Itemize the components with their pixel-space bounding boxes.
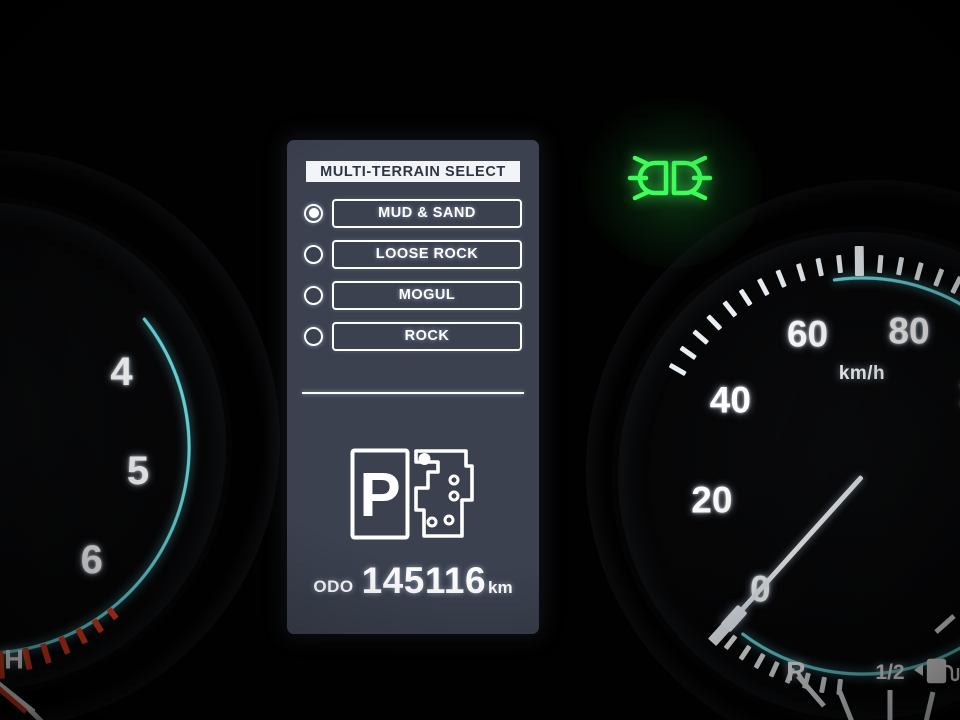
terrain-option-label[interactable]: ROCK (332, 321, 522, 351)
radio-empty-icon[interactable] (304, 285, 323, 305)
tachometer-tick-4: 4 (110, 349, 133, 394)
parking-lights-indicator (582, 98, 762, 268)
radio-empty-icon[interactable] (304, 244, 323, 264)
terrain-option-label[interactable]: MOGUL (332, 280, 522, 310)
odometer-label: ODO (313, 577, 354, 596)
odometer-unit: km (488, 578, 513, 597)
multi-information-display: MULTI-TERRAIN SELECT MUD & SAND LOOSE ROC… (287, 140, 539, 634)
terrain-option-label[interactable]: LOOSE ROCK (332, 239, 522, 269)
temp-gauge-ticks (0, 681, 44, 720)
terrain-option-2[interactable]: LOOSE ROCK (304, 238, 522, 270)
display-title: MULTI-TERRAIN SELECT (306, 161, 520, 182)
terrain-option-label[interactable]: MUD & SAND (332, 198, 522, 228)
terrain-option-1[interactable]: MUD & SAND (304, 197, 522, 229)
fuel-gauge: R 1/2 (740, 614, 960, 720)
temperature-gauge: H (0, 620, 150, 720)
radio-filled-icon[interactable] (304, 203, 323, 223)
instrument-cluster: 456 020406080100120 km/h H R 1/2 (0, 0, 960, 720)
terrain-option-4[interactable]: ROCK (304, 320, 522, 352)
speedometer-unit-label: km/h (838, 363, 886, 384)
gate-dot-n (448, 490, 460, 502)
speedometer-tick-80: 80 (888, 310, 930, 352)
gate-dot-r (448, 474, 460, 486)
terrain-option-3[interactable]: MOGUL (304, 279, 522, 311)
display-divider (302, 392, 524, 394)
radio-empty-icon[interactable] (304, 326, 323, 346)
tachometer-tick-6: 6 (80, 537, 103, 582)
speedometer-tick-20: 20 (691, 479, 733, 521)
speedometer-tick-60: 60 (786, 313, 829, 355)
gear-position-letter: P (359, 461, 400, 530)
gate-dot-s (426, 516, 438, 528)
park-gate-icon: P (350, 448, 474, 540)
fuel-gauge-outer-tick (934, 614, 956, 634)
gate-dot-d (443, 514, 455, 526)
odometer: ODO 145116 km (287, 560, 539, 602)
gauge-tick (855, 245, 865, 277)
odometer-value: 145116 (361, 560, 487, 601)
tachometer-tick-5: 5 (126, 448, 150, 493)
gate-dot-park (418, 453, 431, 465)
position-lamp-icon (627, 155, 713, 201)
speedometer-tick-40: 40 (709, 379, 751, 421)
gauge-tick (876, 254, 884, 273)
